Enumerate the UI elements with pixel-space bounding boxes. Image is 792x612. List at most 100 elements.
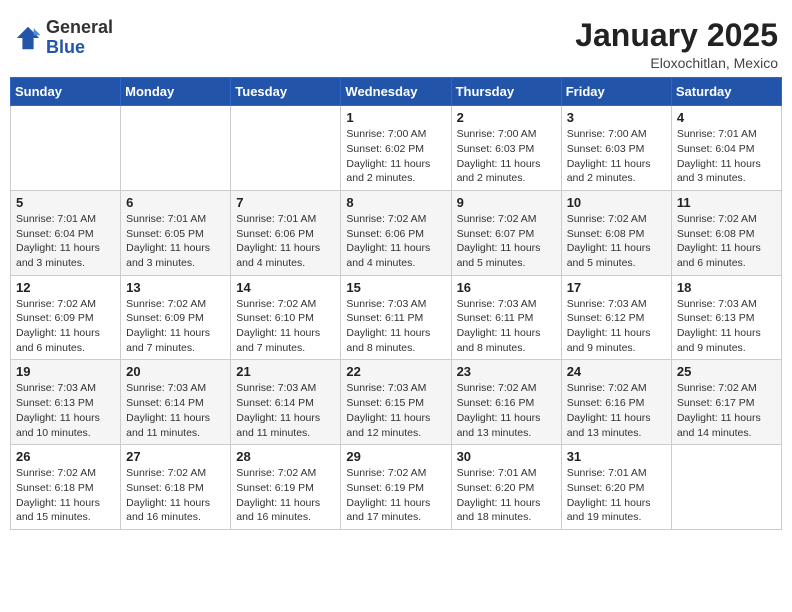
day-info: Sunrise: 7:01 AM Sunset: 6:04 PM Dayligh… — [677, 127, 776, 186]
day-info: Sunrise: 7:03 AM Sunset: 6:11 PM Dayligh… — [346, 297, 445, 356]
day-number: 23 — [457, 364, 556, 379]
day-number: 4 — [677, 110, 776, 125]
calendar-cell: 30 Sunrise: 7:01 AM Sunset: 6:20 PM Dayli… — [451, 445, 561, 530]
page: General Blue January 2025 Eloxochitlan, … — [10, 10, 782, 530]
day-info: Sunrise: 7:01 AM Sunset: 6:06 PM Dayligh… — [236, 212, 335, 271]
calendar-cell — [671, 445, 781, 530]
day-number: 27 — [126, 449, 225, 464]
calendar-header-thursday: Thursday — [451, 78, 561, 106]
day-info: Sunrise: 7:00 AM Sunset: 6:02 PM Dayligh… — [346, 127, 445, 186]
calendar-cell: 20 Sunrise: 7:03 AM Sunset: 6:14 PM Dayli… — [121, 360, 231, 445]
day-number: 21 — [236, 364, 335, 379]
calendar-week-1: 1Sunrise: 7:00 AM Sunset: 6:02 PM Daylig… — [11, 106, 782, 191]
calendar-cell: 8 Sunrise: 7:02 AM Sunset: 6:06 PM Daylig… — [341, 190, 451, 275]
calendar-cell: 4 Sunrise: 7:01 AM Sunset: 6:04 PM Daylig… — [671, 106, 781, 191]
day-info: Sunrise: 7:02 AM Sunset: 6:07 PM Dayligh… — [457, 212, 556, 271]
day-info: Sunrise: 7:02 AM Sunset: 6:19 PM Dayligh… — [346, 466, 445, 525]
calendar-cell: 29 Sunrise: 7:02 AM Sunset: 6:19 PM Dayli… — [341, 445, 451, 530]
calendar-cell: 6Sunrise: 7:01 AM Sunset: 6:05 PM Daylig… — [121, 190, 231, 275]
calendar-week-5: 26Sunrise: 7:02 AM Sunset: 6:18 PM Dayli… — [11, 445, 782, 530]
calendar-cell: 16Sunrise: 7:03 AM Sunset: 6:11 PM Dayli… — [451, 275, 561, 360]
day-number: 11 — [677, 195, 776, 210]
day-info: Sunrise: 7:02 AM Sunset: 6:16 PM Dayligh… — [457, 381, 556, 440]
day-info: Sunrise: 7:02 AM Sunset: 6:19 PM Dayligh… — [236, 466, 335, 525]
day-number: 9 — [457, 195, 556, 210]
calendar-cell: 9 Sunrise: 7:02 AM Sunset: 6:07 PM Daylig… — [451, 190, 561, 275]
day-info: Sunrise: 7:02 AM Sunset: 6:09 PM Dayligh… — [16, 297, 115, 356]
calendar-cell: 1Sunrise: 7:00 AM Sunset: 6:02 PM Daylig… — [341, 106, 451, 191]
day-info: Sunrise: 7:01 AM Sunset: 6:20 PM Dayligh… — [457, 466, 556, 525]
calendar-cell: 22Sunrise: 7:03 AM Sunset: 6:15 PM Dayli… — [341, 360, 451, 445]
day-number: 22 — [346, 364, 445, 379]
calendar-cell: 12 Sunrise: 7:02 AM Sunset: 6:09 PM Dayli… — [11, 275, 121, 360]
day-info: Sunrise: 7:02 AM Sunset: 6:16 PM Dayligh… — [567, 381, 666, 440]
calendar-header-wednesday: Wednesday — [341, 78, 451, 106]
calendar-cell: 15 Sunrise: 7:03 AM Sunset: 6:11 PM Dayli… — [341, 275, 451, 360]
day-number: 13 — [126, 280, 225, 295]
day-number: 20 — [126, 364, 225, 379]
calendar-header-row: SundayMondayTuesdayWednesdayThursdayFrid… — [11, 78, 782, 106]
day-number: 8 — [346, 195, 445, 210]
day-number: 30 — [457, 449, 556, 464]
day-number: 18 — [677, 280, 776, 295]
day-number: 12 — [16, 280, 115, 295]
day-number: 3 — [567, 110, 666, 125]
day-info: Sunrise: 7:02 AM Sunset: 6:08 PM Dayligh… — [567, 212, 666, 271]
calendar-cell: 17Sunrise: 7:03 AM Sunset: 6:12 PM Dayli… — [561, 275, 671, 360]
day-number: 25 — [677, 364, 776, 379]
day-info: Sunrise: 7:02 AM Sunset: 6:17 PM Dayligh… — [677, 381, 776, 440]
calendar-header-saturday: Saturday — [671, 78, 781, 106]
day-number: 15 — [346, 280, 445, 295]
calendar-cell — [231, 106, 341, 191]
calendar-cell: 21Sunrise: 7:03 AM Sunset: 6:14 PM Dayli… — [231, 360, 341, 445]
day-number: 14 — [236, 280, 335, 295]
calendar-header-tuesday: Tuesday — [231, 78, 341, 106]
calendar-cell: 18 Sunrise: 7:03 AM Sunset: 6:13 PM Dayli… — [671, 275, 781, 360]
day-info: Sunrise: 7:03 AM Sunset: 6:13 PM Dayligh… — [677, 297, 776, 356]
calendar-header-friday: Friday — [561, 78, 671, 106]
calendar-week-3: 12 Sunrise: 7:02 AM Sunset: 6:09 PM Dayli… — [11, 275, 782, 360]
day-info: Sunrise: 7:03 AM Sunset: 6:14 PM Dayligh… — [126, 381, 225, 440]
calendar-cell: 28Sunrise: 7:02 AM Sunset: 6:19 PM Dayli… — [231, 445, 341, 530]
day-info: Sunrise: 7:01 AM Sunset: 6:04 PM Dayligh… — [16, 212, 115, 271]
day-number: 2 — [457, 110, 556, 125]
calendar-cell: 3 Sunrise: 7:00 AM Sunset: 6:03 PM Daylig… — [561, 106, 671, 191]
day-info: Sunrise: 7:02 AM Sunset: 6:08 PM Dayligh… — [677, 212, 776, 271]
month-title: January 2025 — [575, 18, 778, 53]
day-info: Sunrise: 7:02 AM Sunset: 6:10 PM Dayligh… — [236, 297, 335, 356]
logo-general-text: General — [46, 17, 113, 37]
day-info: Sunrise: 7:02 AM Sunset: 6:18 PM Dayligh… — [126, 466, 225, 525]
calendar-table: SundayMondayTuesdayWednesdayThursdayFrid… — [10, 77, 782, 530]
calendar-cell: 19Sunrise: 7:03 AM Sunset: 6:13 PM Dayli… — [11, 360, 121, 445]
day-number: 6 — [126, 195, 225, 210]
day-number: 7 — [236, 195, 335, 210]
day-number: 19 — [16, 364, 115, 379]
day-info: Sunrise: 7:00 AM Sunset: 6:03 PM Dayligh… — [457, 127, 556, 186]
day-info: Sunrise: 7:00 AM Sunset: 6:03 PM Dayligh… — [567, 127, 666, 186]
calendar-cell — [121, 106, 231, 191]
calendar-cell — [11, 106, 121, 191]
day-info: Sunrise: 7:02 AM Sunset: 6:06 PM Dayligh… — [346, 212, 445, 271]
calendar-cell: 7 Sunrise: 7:01 AM Sunset: 6:06 PM Daylig… — [231, 190, 341, 275]
logo-blue-text: Blue — [46, 37, 85, 57]
day-number: 16 — [457, 280, 556, 295]
header: General Blue January 2025 Eloxochitlan, … — [10, 10, 782, 77]
day-number: 29 — [346, 449, 445, 464]
day-number: 31 — [567, 449, 666, 464]
logo: General Blue — [14, 18, 113, 58]
day-info: Sunrise: 7:01 AM Sunset: 6:20 PM Dayligh… — [567, 466, 666, 525]
location: Eloxochitlan, Mexico — [575, 55, 778, 71]
day-number: 10 — [567, 195, 666, 210]
calendar-cell: 14 Sunrise: 7:02 AM Sunset: 6:10 PM Dayli… — [231, 275, 341, 360]
calendar-cell: 13 Sunrise: 7:02 AM Sunset: 6:09 PM Dayli… — [121, 275, 231, 360]
calendar-cell: 5 Sunrise: 7:01 AM Sunset: 6:04 PM Daylig… — [11, 190, 121, 275]
calendar-header-monday: Monday — [121, 78, 231, 106]
calendar-cell: 2 Sunrise: 7:00 AM Sunset: 6:03 PM Daylig… — [451, 106, 561, 191]
calendar-cell: 25 Sunrise: 7:02 AM Sunset: 6:17 PM Dayli… — [671, 360, 781, 445]
day-info: Sunrise: 7:02 AM Sunset: 6:09 PM Dayligh… — [126, 297, 225, 356]
calendar-cell: 26Sunrise: 7:02 AM Sunset: 6:18 PM Dayli… — [11, 445, 121, 530]
day-number: 5 — [16, 195, 115, 210]
calendar-cell: 23 Sunrise: 7:02 AM Sunset: 6:16 PM Dayli… — [451, 360, 561, 445]
day-number: 17 — [567, 280, 666, 295]
calendar-cell: 11 Sunrise: 7:02 AM Sunset: 6:08 PM Dayli… — [671, 190, 781, 275]
